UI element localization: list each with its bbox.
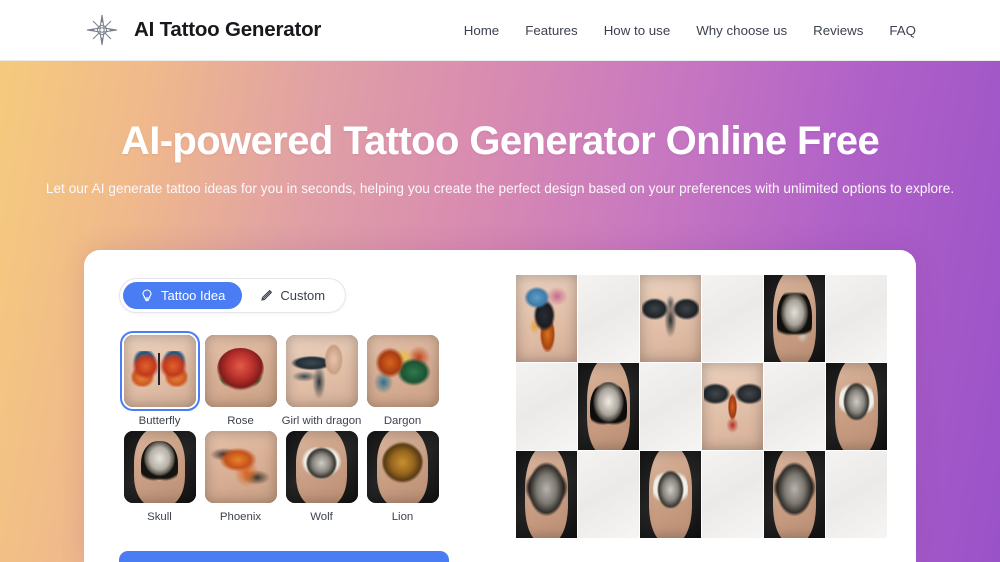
nav-item-features[interactable]: Features (512, 23, 590, 38)
idea-thumbnail-girl-with-dragon[interactable] (285, 335, 358, 407)
idea-thumbnail-phoenix[interactable] (204, 431, 277, 503)
mode-tabs: Tattoo Idea Custom (119, 278, 347, 313)
idea-item: Dargon (362, 335, 443, 427)
gallery-placeholder-cell (764, 363, 825, 450)
idea-thumbnail-dargon[interactable] (366, 335, 439, 407)
gallery-placeholder-cell (826, 451, 887, 538)
page-title: AI-powered Tattoo Generator Online Free (120, 119, 880, 163)
gallery-image-cell[interactable] (764, 451, 825, 538)
gallery-placeholder-cell (640, 363, 701, 450)
idea-thumbnail-rose[interactable] (204, 335, 277, 407)
nav-item-home[interactable]: Home (451, 23, 512, 38)
idea-thumbnail-grid: Butterfly Rose Girl with dragon Dargon Skull… (119, 331, 459, 523)
gallery-image-cell[interactable] (516, 275, 577, 362)
nav-item-reviews[interactable]: Reviews (800, 23, 876, 38)
tab-custom-label: Custom (280, 288, 326, 303)
gallery-placeholder-cell (702, 275, 763, 362)
gallery-placeholder-cell (516, 363, 577, 450)
idea-item: Wolf (281, 431, 362, 523)
hero-section: AI-powered Tattoo Generator Online Free … (0, 61, 1000, 562)
generator-left-panel: Tattoo Idea Custom Butterfly Rose Girl wit… (84, 250, 494, 562)
idea-label: Butterfly (138, 415, 181, 427)
idea-item: Lion (362, 431, 443, 523)
gallery-image-cell[interactable] (578, 363, 639, 450)
nav-item-faq[interactable]: FAQ (876, 23, 916, 38)
page-root: AI Tattoo Generator Home Features How to… (0, 0, 1000, 562)
nav-item-why-choose-us[interactable]: Why choose us (683, 23, 800, 38)
gallery-panel (494, 250, 916, 562)
site-header: AI Tattoo Generator Home Features How to… (0, 0, 1000, 61)
idea-item: Skull (119, 431, 200, 523)
tab-tattoo-idea[interactable]: Tattoo Idea (123, 282, 243, 309)
gallery-image-cell[interactable] (640, 451, 701, 538)
idea-item: Rose (200, 335, 281, 427)
idea-label: Girl with dragon (281, 415, 362, 427)
idea-thumbnail-lion[interactable] (366, 431, 439, 503)
idea-item: Butterfly (119, 331, 200, 427)
generate-button[interactable]: Generate (119, 551, 449, 562)
idea-label: Wolf (310, 511, 333, 523)
brand[interactable]: AI Tattoo Generator (84, 12, 321, 48)
gallery-placeholder-cell (826, 275, 887, 362)
tab-custom[interactable]: Custom (242, 282, 342, 309)
idea-item: Girl with dragon (281, 335, 362, 427)
idea-thumbnail-butterfly[interactable] (119, 331, 200, 411)
gallery-image-cell[interactable] (516, 451, 577, 538)
idea-label: Lion (391, 511, 414, 523)
gallery-placeholder-cell (578, 451, 639, 538)
nav-item-how-to-use[interactable]: How to use (591, 23, 684, 38)
compass-star-logo-icon (84, 12, 120, 48)
idea-label: Skull (147, 511, 172, 523)
idea-thumbnail-skull[interactable] (123, 431, 196, 503)
idea-label: Dargon (383, 415, 422, 427)
gallery-image-cell[interactable] (826, 363, 887, 450)
brand-title: AI Tattoo Generator (134, 18, 322, 41)
gallery-placeholder-cell (578, 275, 639, 362)
gallery-placeholder-cell (702, 451, 763, 538)
hero-subtitle: Let our AI generate tattoo ideas for you… (45, 181, 955, 196)
tattoo-gallery-grid (516, 275, 888, 538)
pencil-icon (259, 289, 273, 303)
idea-thumbnail-wolf[interactable] (285, 431, 358, 503)
tab-tattoo-idea-label: Tattoo Idea (161, 288, 226, 303)
generator-card: Tattoo Idea Custom Butterfly Rose Girl wit… (84, 250, 916, 562)
gallery-image-cell[interactable] (764, 275, 825, 362)
idea-label: Phoenix (219, 511, 262, 523)
lightbulb-icon (140, 289, 154, 303)
gallery-image-cell[interactable] (640, 275, 701, 362)
idea-label: Rose (227, 415, 254, 427)
gallery-image-cell[interactable] (702, 363, 763, 450)
main-nav: Home Features How to use Why choose us R… (451, 23, 916, 38)
idea-item: Phoenix (200, 431, 281, 523)
